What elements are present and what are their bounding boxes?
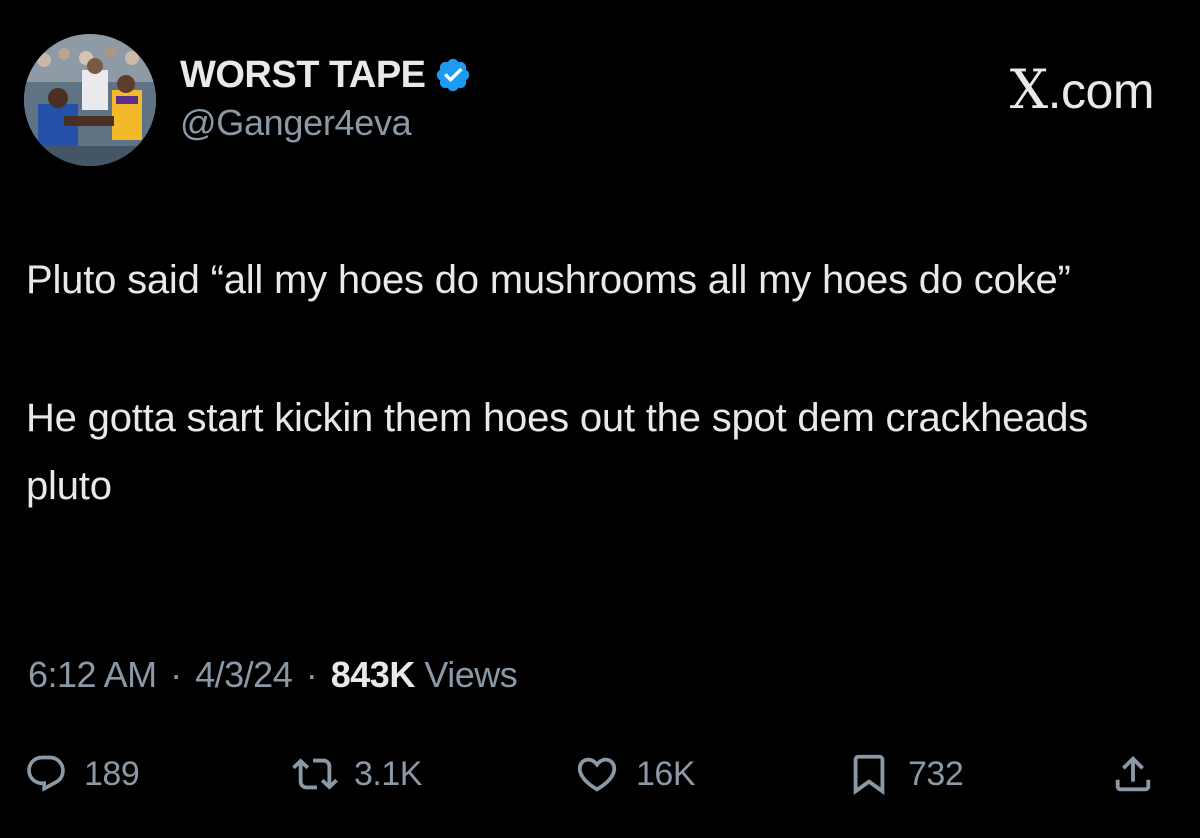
reply-button[interactable]: 189 <box>24 742 140 806</box>
retweet-button[interactable]: 3.1K <box>292 742 422 806</box>
speech-bubble-icon <box>27 755 65 792</box>
display-name-row: WORST TAPE <box>180 54 472 96</box>
author-handle[interactable]: @Ganger4eva <box>180 102 472 144</box>
tweet-date[interactable]: 4/3/24 <box>195 654 293 695</box>
tweet-card: WORST TAPE @Ganger4eva X.com Pluto said … <box>0 0 1200 838</box>
tweet-text: Pluto said “all my hoes do mushrooms all… <box>26 246 1166 520</box>
avatar[interactable] <box>24 34 156 166</box>
avatar-image <box>24 34 156 166</box>
author-info: WORST TAPE @Ganger4eva <box>180 54 472 144</box>
bookmark-icon <box>853 754 885 795</box>
reply-count: 189 <box>84 754 140 793</box>
tweet-time[interactable]: 6:12 AM <box>28 654 157 695</box>
tweet-paragraph: Pluto said “all my hoes do mushrooms all… <box>26 258 1071 302</box>
views-label: Views <box>424 654 518 695</box>
bookmark-count: 732 <box>908 754 964 793</box>
like-button[interactable]: 16K <box>574 742 696 806</box>
action-bar: 189 3.1K 16K 732 <box>0 742 1200 806</box>
meta-separator: · <box>305 654 318 695</box>
heart-icon <box>577 757 617 792</box>
display-name[interactable]: WORST TAPE <box>180 54 426 97</box>
retweet-arrows-icon <box>292 758 338 790</box>
tweet-paragraph: He gotta start kickin them hoes out the … <box>26 396 1089 508</box>
x-logo-icon: X <box>1009 58 1048 121</box>
views-count[interactable]: 843K <box>331 654 416 695</box>
like-count: 16K <box>636 754 696 793</box>
meta-separator: · <box>170 654 182 695</box>
brand-domain: .com <box>1047 63 1155 119</box>
bookmark-button[interactable]: 732 <box>846 742 964 806</box>
verified-badge-icon[interactable] <box>434 56 472 94</box>
share-button[interactable] <box>1110 742 1156 806</box>
retweet-count: 3.1K <box>354 754 422 793</box>
share-upload-icon <box>1115 755 1151 792</box>
x-brand-logo: X.com <box>1009 58 1155 121</box>
tweet-meta: 6:12 AM · 4/3/24 · 843K Views <box>28 654 518 696</box>
